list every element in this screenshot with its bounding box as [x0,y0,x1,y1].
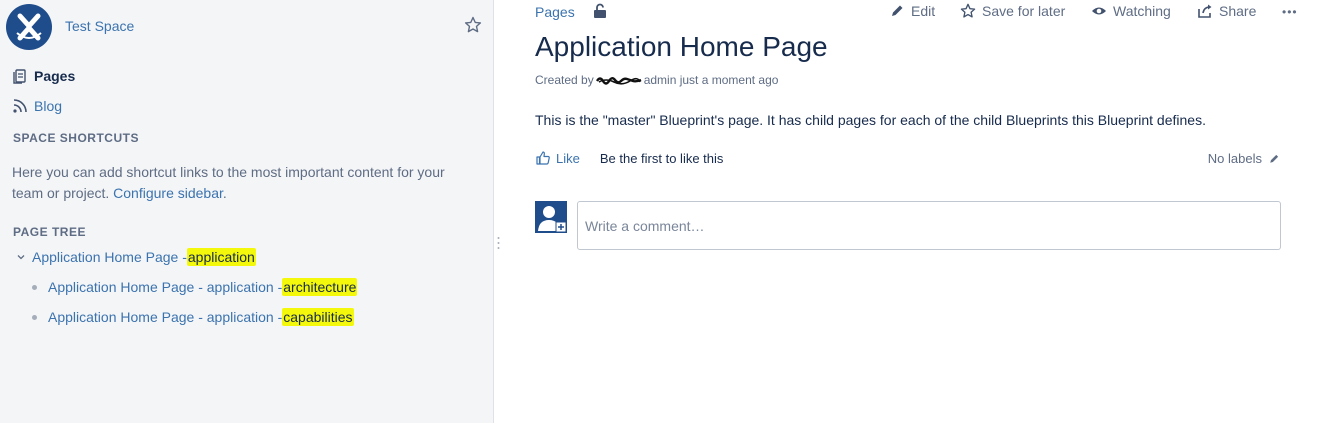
tree-child-highlight[interactable]: capabilities [282,308,354,326]
sidebar-item-blog[interactable]: Blog [12,96,62,116]
sidebar-item-label: Pages [34,68,76,84]
sidebar-resize-handle[interactable] [497,236,500,250]
more-icon: ••• [1282,5,1298,19]
star-icon[interactable] [464,16,482,34]
shortcuts-text-suffix: . [222,185,227,201]
sidebar-item-pages[interactable]: Pages [12,66,75,86]
edit-button[interactable]: Edit [889,3,935,19]
watching-button[interactable]: Watching [1091,3,1171,19]
labels-text: No labels [1207,151,1262,166]
page-title: Application Home Page [535,31,828,62]
save-for-later-button[interactable]: Save for later [960,3,1065,19]
pencil-icon[interactable] [1268,153,1280,165]
share-button[interactable]: Share [1197,3,1256,19]
page-tree-child[interactable]: Application Home Page - application - ca… [32,308,354,326]
tree-root-link[interactable]: Application Home Page - [32,249,187,265]
pencil-icon [889,3,905,19]
share-icon [1197,3,1213,19]
sidebar-item-label: Blog [34,98,63,114]
byline-suffix: admin just a moment ago [643,73,779,87]
shortcuts-text: Here you can add shortcut links to the m… [12,164,445,201]
tree-child-link[interactable]: Application Home Page - application - [48,279,282,295]
confluence-x-icon [10,8,48,46]
comment-input[interactable] [577,201,1281,250]
thumbs-up-icon [535,150,551,166]
save-for-later-label: Save for later [982,3,1066,19]
unlocked-icon[interactable] [593,3,607,19]
page-byline: Created by admin just a moment ago [535,73,778,87]
labels-section[interactable]: No labels [1208,151,1280,166]
page-tree-child[interactable]: Application Home Page - application - ar… [32,278,358,296]
page-tree-root[interactable]: Application Home Page - application [15,248,256,266]
sidebar: Test Space Pages Blog SPACE SHORTCUTS He… [0,0,494,423]
page-toolbar: Pages Edit Save for later Watching Share… [535,0,1305,26]
like-message: Be the first to like this [599,150,724,166]
space-logo[interactable] [6,4,52,50]
eye-icon [1091,3,1107,19]
share-label: Share [1219,3,1257,19]
shortcuts-description: Here you can add shortcut links to the m… [12,162,462,204]
tree-bullet [32,284,37,290]
space-header: Test Space [6,4,490,50]
avatar [535,201,567,233]
configure-sidebar-link[interactable]: Configure sidebar [113,185,223,201]
chevron-down-icon[interactable] [15,251,27,263]
edit-label: Edit [911,3,936,19]
watching-label: Watching [1113,3,1171,19]
pages-icon [12,68,28,84]
like-section: Like Be the first to like this [535,150,723,166]
space-name-link[interactable]: Test Space [65,18,134,34]
redacted-author-scribble [595,77,642,85]
space-shortcuts-heading: SPACE SHORTCUTS [13,131,139,145]
tree-bullet [32,314,37,320]
more-actions-button[interactable]: ••• [1282,5,1298,19]
star-icon [960,3,976,19]
tree-child-highlight[interactable]: architecture [282,278,358,296]
page-body: This is the "master" Blueprint's page. I… [535,112,1206,128]
page-tree-heading: PAGE TREE [13,225,86,239]
default-user-icon [535,201,567,233]
breadcrumb-pages[interactable]: Pages [535,4,575,20]
byline-prefix: Created by [535,73,594,87]
like-label: Like [556,150,580,166]
like-button[interactable]: Like [535,150,580,166]
rss-icon [12,98,28,114]
tree-child-link[interactable]: Application Home Page - application - [48,309,282,325]
tree-root-highlight[interactable]: application [186,248,256,266]
